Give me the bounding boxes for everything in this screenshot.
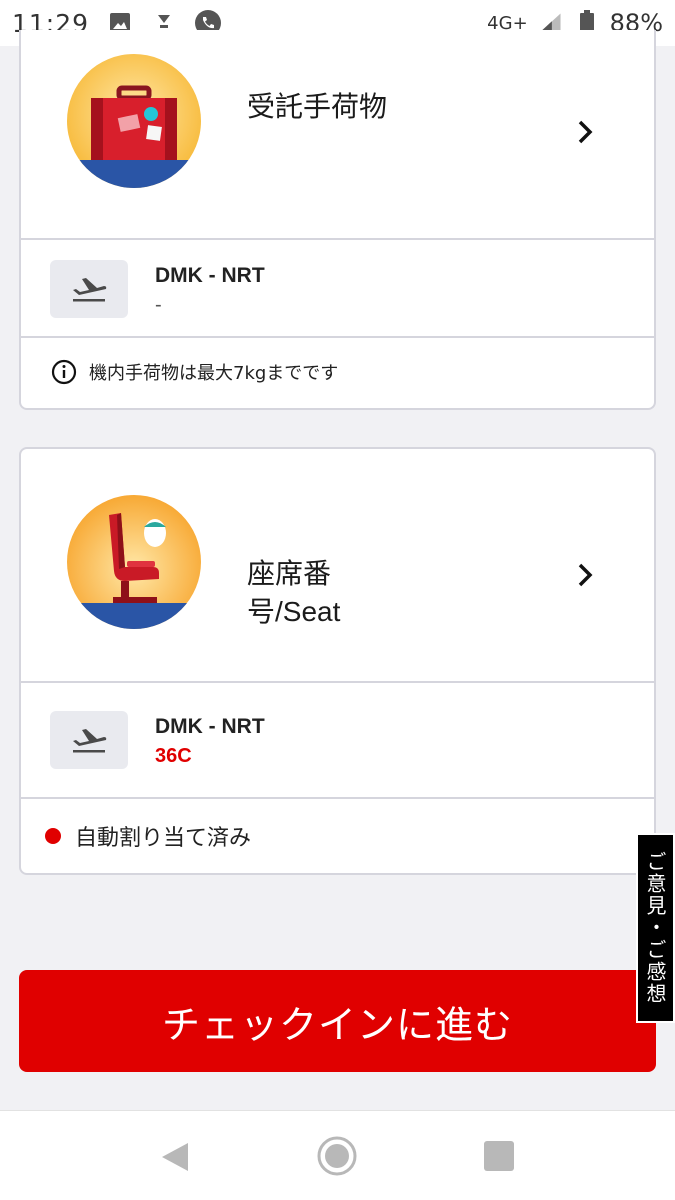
departure-plane-icon (50, 260, 128, 318)
seat-number: 36C (155, 745, 192, 767)
info-icon (51, 359, 77, 385)
feedback-tab[interactable]: ご意見・ご感想 (636, 833, 675, 1023)
baggage-flight-row: DMK - NRT - (21, 240, 654, 338)
seat-route: DMK - NRT (155, 715, 265, 738)
seat-header[interactable]: 座席番号/Seat (21, 449, 654, 683)
departure-plane-icon (50, 711, 128, 769)
carry-on-note-text: 機内手荷物は最大7kgまでです (89, 363, 339, 384)
seat-title: 座席番号/Seat (247, 558, 341, 627)
checked-baggage-header[interactable]: 受託手荷物 (21, 30, 654, 240)
status-dot-icon (45, 828, 61, 844)
seat-icon (67, 495, 201, 629)
seat-status-row: 自動割り当て済み (21, 799, 654, 873)
baggage-value: - (155, 294, 162, 316)
chevron-right-icon[interactable] (576, 561, 596, 589)
proceed-to-checkin-button[interactable]: チェックインに進む (19, 970, 656, 1072)
back-icon[interactable] (160, 1141, 190, 1173)
seat-card[interactable]: 座席番号/Seat DMK - NRT 36C 自動割り当て済み (19, 447, 656, 875)
home-icon[interactable] (316, 1135, 358, 1177)
seat-flight-row: DMK - NRT 36C (21, 683, 654, 799)
baggage-route: DMK - NRT (155, 264, 265, 287)
recent-apps-icon[interactable] (484, 1141, 514, 1171)
seat-status-text: 自動割り当て済み (75, 826, 252, 851)
carry-on-note: 機内手荷物は最大7kgまでです (21, 338, 654, 406)
navigation-bar (0, 1110, 675, 1200)
checked-baggage-card[interactable]: 受託手荷物 DMK - NRT - 機内手荷物は最大7kgまでです (19, 30, 656, 410)
checked-baggage-title: 受託手荷物 (247, 91, 388, 122)
suitcase-icon (67, 54, 201, 188)
chevron-right-icon[interactable] (576, 118, 596, 146)
